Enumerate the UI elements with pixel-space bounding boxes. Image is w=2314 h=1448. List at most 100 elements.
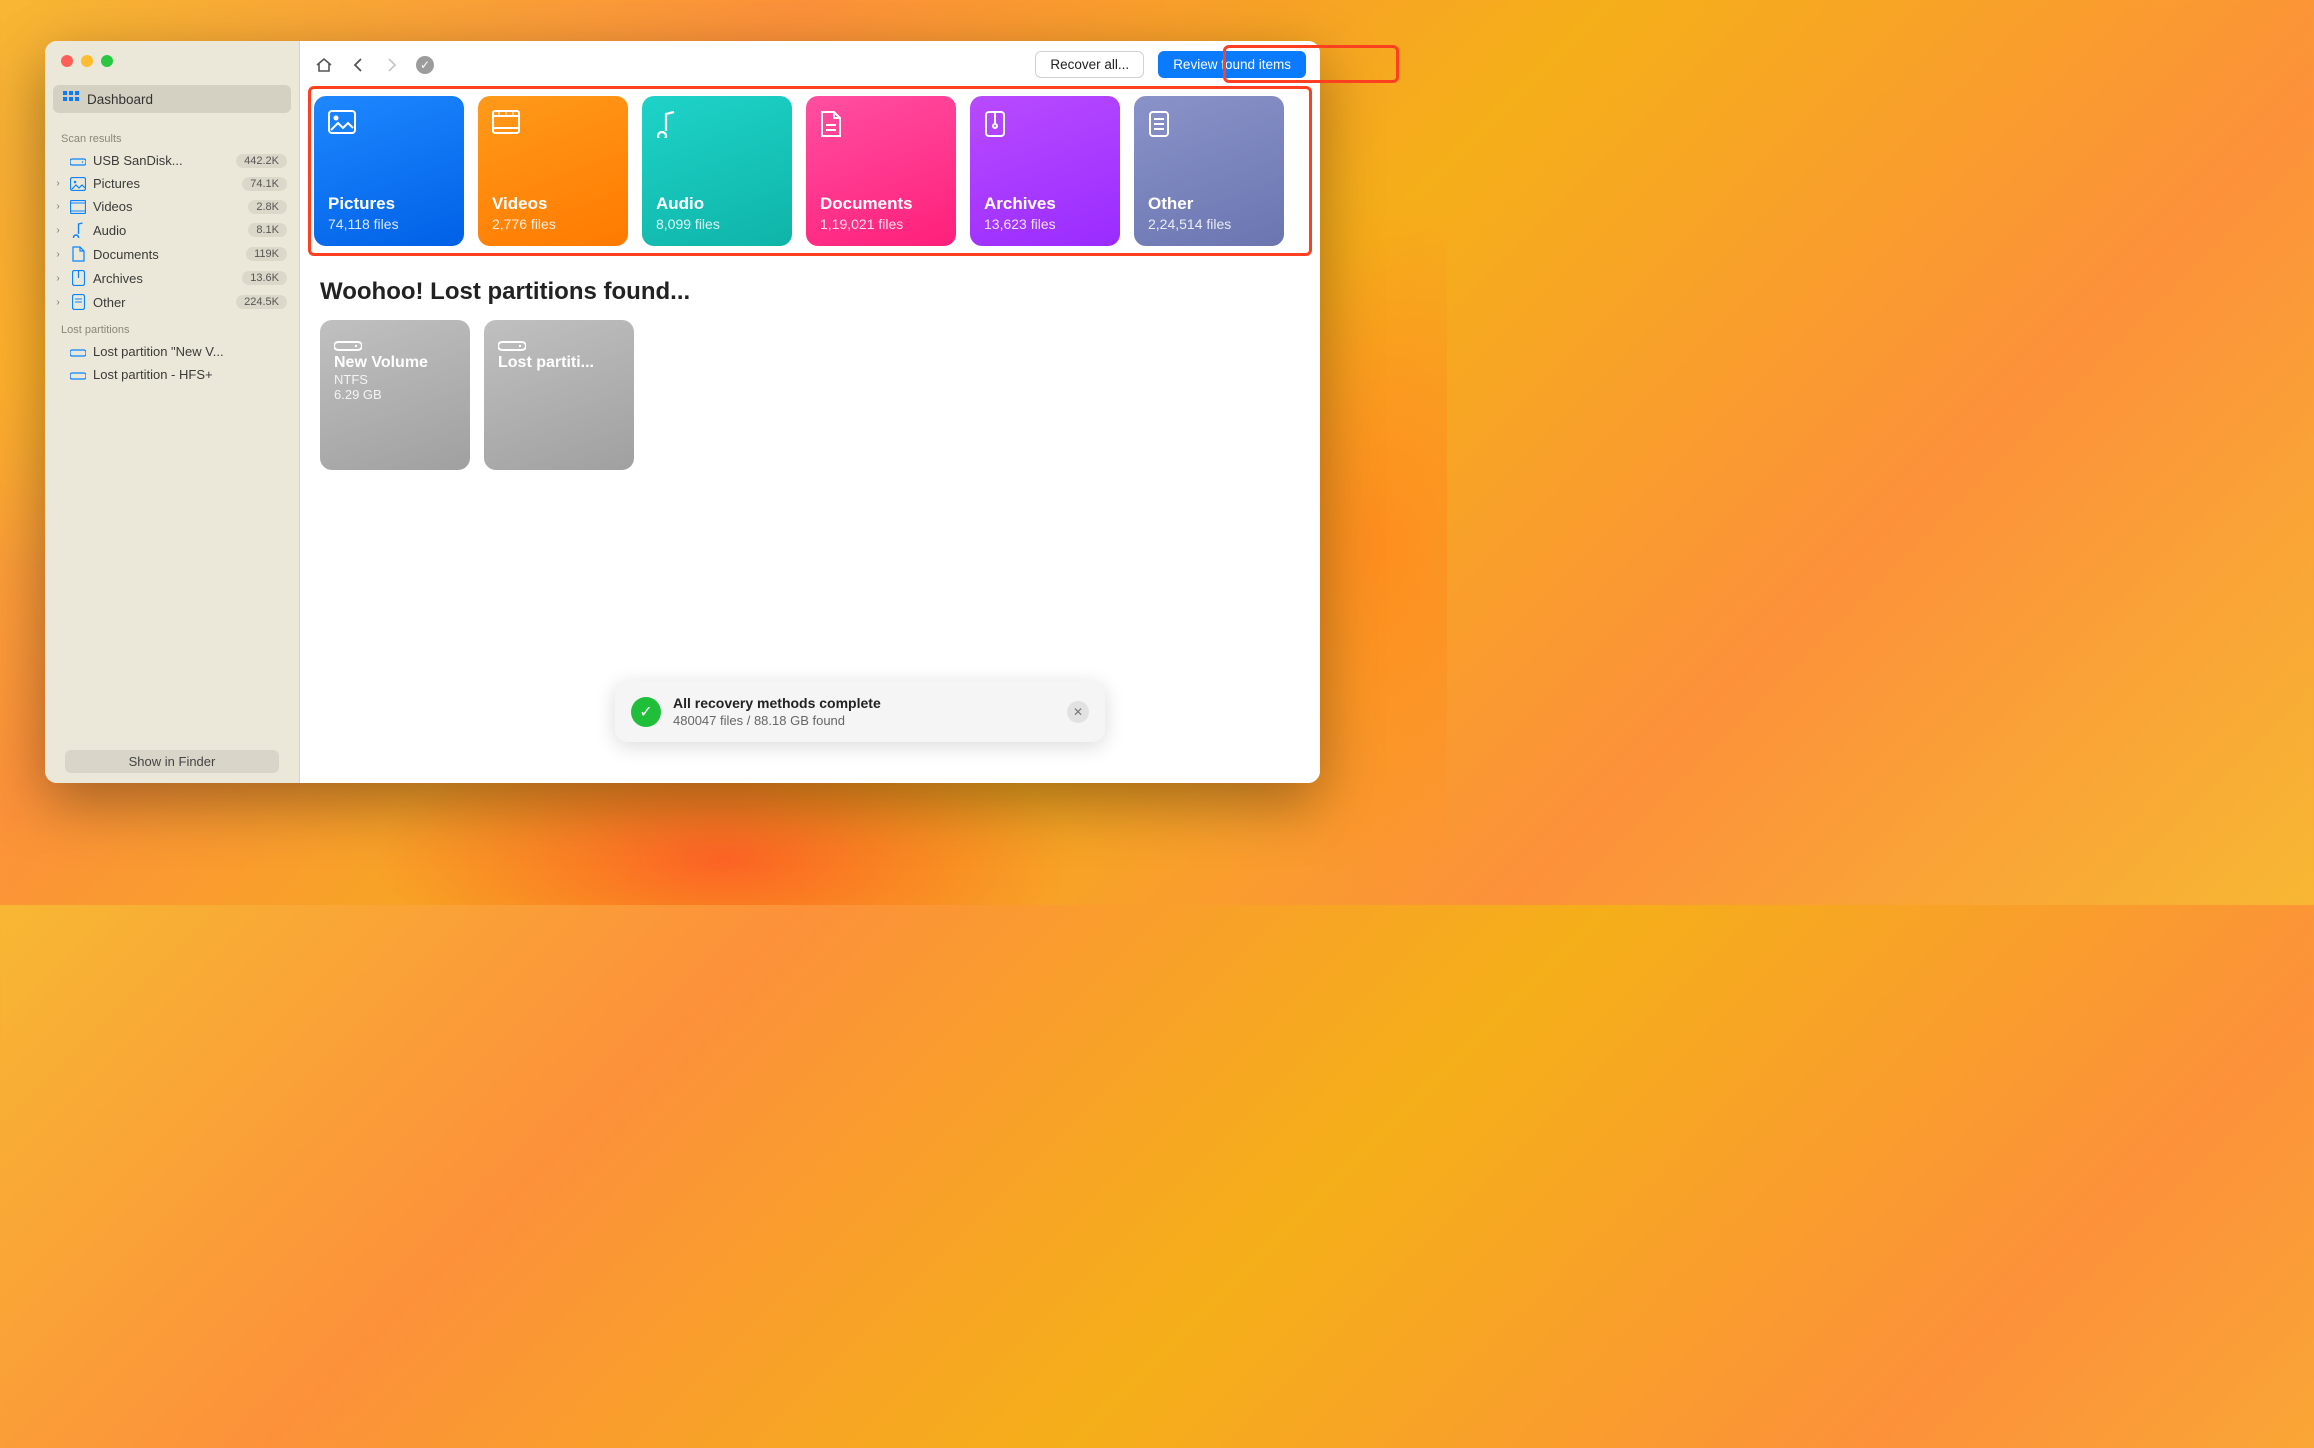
home-icon[interactable]	[314, 55, 334, 75]
videos-icon	[492, 110, 614, 138]
minimize-window-button[interactable]	[81, 55, 93, 67]
card-title: Audio	[656, 194, 778, 214]
card-subtitle: 13,623 files	[984, 216, 1106, 232]
archives-icon	[984, 110, 1106, 138]
card-title: Videos	[492, 194, 614, 214]
chevron-right-icon[interactable]: ›	[53, 249, 63, 260]
sidebar: Dashboard Scan results USB SanDisk... 44…	[45, 41, 300, 783]
card-documents[interactable]: Documents 1,19,021 files	[806, 96, 956, 246]
sidebar-header-lost-partitions: Lost partitions	[45, 314, 299, 340]
card-title: Archives	[984, 194, 1106, 214]
maximize-window-button[interactable]	[101, 55, 113, 67]
other-icon	[1148, 110, 1270, 138]
sidebar-item-lost-partition[interactable]: Lost partition - HFS+	[45, 363, 299, 386]
toast-text: All recovery methods complete 480047 fil…	[673, 695, 881, 728]
sidebar-item-label: Archives	[93, 271, 236, 286]
sidebar-item-dashboard[interactable]: Dashboard	[53, 85, 291, 113]
review-found-items-button[interactable]: Review found items	[1158, 51, 1306, 78]
card-title: Documents	[820, 194, 942, 214]
card-subtitle: 74,118 files	[328, 216, 450, 232]
partition-card[interactable]: New Volume NTFS 6.29 GB	[320, 320, 470, 470]
card-title: Other	[1148, 194, 1270, 214]
lost-partitions-heading: Woohoo! Lost partitions found...	[320, 278, 1300, 306]
chevron-right-icon[interactable]: ›	[53, 201, 63, 212]
main-content: ✓ Recover all... Review found items Pict…	[300, 41, 1320, 783]
nav-forward-icon	[382, 55, 402, 75]
drive-icon	[69, 155, 87, 167]
audio-icon	[656, 110, 778, 138]
sidebar-item-videos[interactable]: › Videos 2.8K	[45, 195, 299, 218]
category-cards-region: Pictures 74,118 files Videos 2,776 files…	[314, 92, 1306, 250]
sidebar-item-count: 8.1K	[248, 223, 287, 237]
drive-icon	[334, 334, 456, 354]
drive-icon	[498, 334, 620, 354]
sidebar-item-archives[interactable]: › Archives 13.6K	[45, 266, 299, 290]
sidebar-item-label: Other	[93, 295, 230, 310]
documents-icon	[69, 246, 87, 262]
sidebar-item-pictures[interactable]: › Pictures 74.1K	[45, 172, 299, 195]
sidebar-item-label: Lost partition - HFS+	[93, 367, 287, 382]
chevron-right-icon[interactable]: ›	[53, 225, 63, 236]
sidebar-item-count: 119K	[246, 247, 287, 261]
sidebar-item-label: Lost partition "New V...	[93, 344, 287, 359]
recover-all-label: Recover all...	[1050, 57, 1129, 72]
partition-fs: NTFS	[334, 372, 456, 387]
sidebar-item-label: Pictures	[93, 176, 236, 191]
sidebar-item-lost-partition[interactable]: Lost partition "New V...	[45, 340, 299, 363]
toast-subtitle: 480047 files / 88.18 GB found	[673, 713, 881, 728]
sidebar-header-scan-results: Scan results	[45, 123, 299, 149]
pictures-icon	[69, 177, 87, 191]
toolbar: ✓ Recover all... Review found items	[300, 41, 1320, 88]
partition-title: Lost partiti...	[498, 354, 620, 372]
card-pictures[interactable]: Pictures 74,118 files	[314, 96, 464, 246]
toast-close-button[interactable]: ✕	[1067, 701, 1089, 723]
close-window-button[interactable]	[61, 55, 73, 67]
sidebar-item-label: Videos	[93, 199, 242, 214]
dashboard-grid-icon	[63, 91, 79, 107]
other-icon	[69, 294, 87, 310]
partition-card[interactable]: Lost partiti...	[484, 320, 634, 470]
show-in-finder-label: Show in Finder	[129, 754, 216, 769]
documents-icon	[820, 110, 942, 138]
dashboard-label: Dashboard	[87, 92, 153, 107]
recover-all-button[interactable]: Recover all...	[1035, 51, 1144, 78]
sidebar-item-count: 2.8K	[248, 200, 287, 214]
audio-icon	[69, 222, 87, 238]
sidebar-item-audio[interactable]: › Audio 8.1K	[45, 218, 299, 242]
videos-icon	[69, 200, 87, 214]
card-other[interactable]: Other 2,24,514 files	[1134, 96, 1284, 246]
toast-title: All recovery methods complete	[673, 695, 881, 711]
card-archives[interactable]: Archives 13,623 files	[970, 96, 1120, 246]
review-found-items-label: Review found items	[1173, 57, 1291, 72]
drive-count: 442.2K	[236, 154, 287, 168]
card-audio[interactable]: Audio 8,099 files	[642, 96, 792, 246]
sidebar-item-label: Audio	[93, 223, 242, 238]
completion-toast: ✓ All recovery methods complete 480047 f…	[615, 681, 1105, 742]
card-title: Pictures	[328, 194, 450, 214]
card-subtitle: 2,24,514 files	[1148, 216, 1270, 232]
status-check-icon[interactable]: ✓	[416, 56, 434, 74]
sidebar-item-count: 13.6K	[242, 271, 287, 285]
drive-icon	[69, 369, 87, 381]
partition-title: New Volume	[334, 354, 456, 372]
sidebar-item-documents[interactable]: › Documents 119K	[45, 242, 299, 266]
chevron-right-icon[interactable]: ›	[53, 178, 63, 189]
chevron-right-icon[interactable]: ›	[53, 273, 63, 284]
card-subtitle: 8,099 files	[656, 216, 778, 232]
sidebar-item-count: 74.1K	[242, 177, 287, 191]
partition-cards-row: New Volume NTFS 6.29 GB Lost partiti...	[320, 320, 1300, 470]
card-subtitle: 1,19,021 files	[820, 216, 942, 232]
chevron-right-icon[interactable]: ›	[53, 297, 63, 308]
sidebar-item-drive[interactable]: USB SanDisk... 442.2K	[45, 149, 299, 172]
card-subtitle: 2,776 files	[492, 216, 614, 232]
nav-back-icon[interactable]	[348, 55, 368, 75]
archives-icon	[69, 270, 87, 286]
card-videos[interactable]: Videos 2,776 files	[478, 96, 628, 246]
app-window: Dashboard Scan results USB SanDisk... 44…	[45, 41, 1320, 783]
window-controls	[45, 41, 299, 81]
partition-size: 6.29 GB	[334, 387, 456, 402]
pictures-icon	[328, 110, 450, 138]
sidebar-item-count: 224.5K	[236, 295, 287, 309]
show-in-finder-button[interactable]: Show in Finder	[65, 750, 279, 773]
sidebar-item-other[interactable]: › Other 224.5K	[45, 290, 299, 314]
